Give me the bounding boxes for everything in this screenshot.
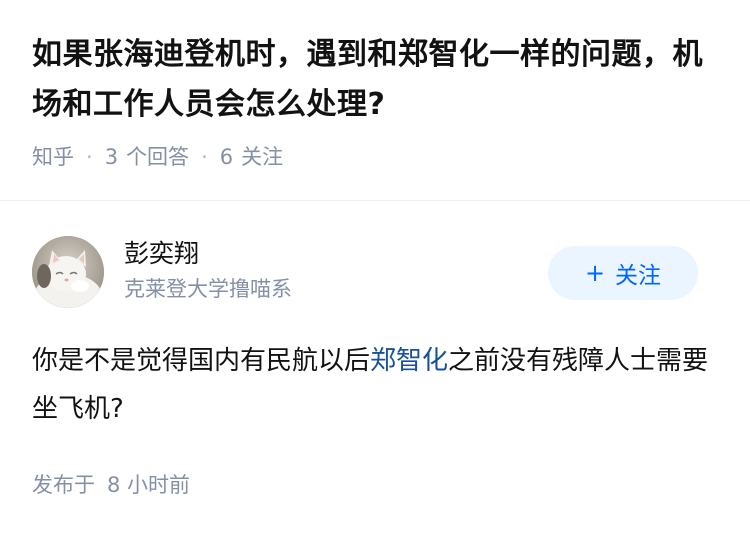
answer-text-before: 你是不是觉得国内有民航以后 — [32, 346, 371, 376]
answer-count[interactable]: 3 — [105, 142, 118, 172]
avatar-image — [32, 236, 104, 308]
follow-button[interactable]: + 关注 — [548, 246, 698, 300]
author-name[interactable]: 彭奕翔 — [124, 236, 292, 272]
post-time-prefix: 发布于 — [32, 473, 95, 497]
author-bio: 克莱登大学撸喵系 — [124, 277, 292, 301]
author-info: 彭奕翔 克莱登大学撸喵系 — [124, 236, 292, 304]
answer-body[interactable]: 你是不是觉得国内有民航以后郑智化之前没有残障人士需要坐飞机? — [32, 337, 722, 433]
plus-icon: + — [584, 259, 606, 287]
post-time-value: 8 小时前 — [107, 473, 191, 497]
follow-button-label: 关注 — [615, 263, 662, 289]
source-label[interactable]: 知乎 — [32, 142, 74, 172]
author-row: 彭奕翔 克莱登大学撸喵系 + 关注 — [32, 236, 698, 308]
meta-separator: · — [201, 145, 208, 169]
follow-count: 6 — [219, 145, 234, 169]
answer-count-label[interactable]: 个回答 — [126, 142, 189, 172]
divider — [0, 200, 750, 201]
answer-keyword-link[interactable]: 郑智化 — [370, 346, 448, 376]
question-title[interactable]: 如果张海迪登机时，遇到和郑智化一样的问题，机场和工作人员会怎么处理? — [32, 30, 722, 130]
question-meta: 知乎 · 3 个回答 · 6 关注 — [32, 142, 722, 172]
cat-avatar-icon[interactable] — [32, 236, 104, 308]
question-header: 如果张海迪登机时，遇到和郑智化一样的问题，机场和工作人员会怎么处理? 知乎 · … — [32, 30, 722, 172]
post-time: 发布于 8 小时前 — [32, 470, 190, 500]
meta-separator: · — [86, 145, 93, 169]
follow-count-label: 关注 — [241, 145, 284, 169]
